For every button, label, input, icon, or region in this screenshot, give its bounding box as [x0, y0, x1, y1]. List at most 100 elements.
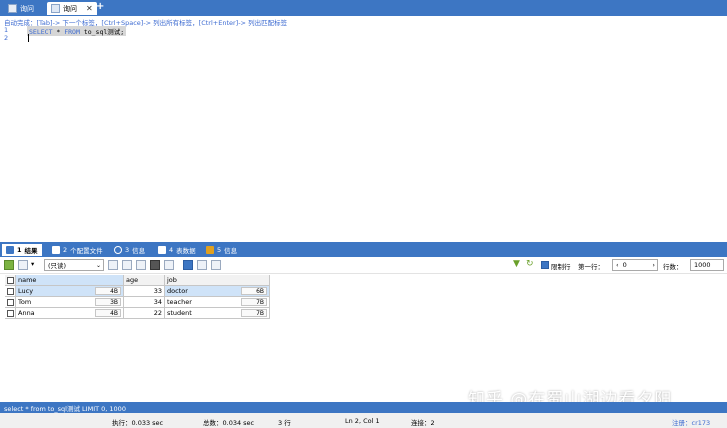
text-caret: [28, 34, 29, 42]
row-checkbox[interactable]: [5, 308, 16, 319]
size-badge: 3B: [95, 298, 121, 306]
sql-status-bar: select * from to_sql测试 LIMIT 0, 1000: [0, 402, 727, 413]
mode-select[interactable]: (只读) ⌄: [44, 259, 104, 271]
result-toolbar: ▾ (只读) ⌄ ▼ ↻ 限制行 第一行： ‹ 0 › 行数： 1000: [0, 257, 727, 274]
limit-label: 限制行: [551, 263, 571, 271]
registration-link[interactable]: 注册：cr173: [672, 417, 710, 427]
first-row-label: 第一行：: [578, 263, 604, 271]
grid-header-row: name age job: [5, 275, 271, 286]
sql-token: to_sql测试;: [79, 28, 125, 36]
cell-age[interactable]: 34: [124, 297, 165, 308]
column-header[interactable]: name: [16, 275, 124, 286]
status-bar: 执行：0.033 sec 总数：0.034 sec 3 行 Ln 2, Col …: [0, 413, 727, 428]
line-number: 1: [4, 26, 9, 34]
size-badge: 7B: [241, 298, 267, 306]
view-mode-icon[interactable]: [18, 260, 28, 270]
tab-num: 2: [63, 246, 68, 254]
chevron-left-icon[interactable]: ‹: [616, 261, 619, 269]
tab-info[interactable]: 3 信息: [110, 244, 149, 256]
message-icon: [206, 246, 214, 254]
select-all-checkbox[interactable]: [5, 275, 16, 286]
cell-job[interactable]: student 7B: [165, 308, 270, 319]
tab-label: 信息: [132, 247, 146, 255]
query-icon: [51, 4, 60, 13]
tab-num: 1: [17, 246, 22, 254]
query-icon: [8, 4, 17, 13]
line-number: 2: [4, 34, 9, 42]
cell-age[interactable]: 33: [124, 286, 165, 297]
table-row[interactable]: Lucy 4B 33 doctor 6B: [5, 286, 271, 297]
table-row[interactable]: Anna 4B 22 student 7B: [5, 308, 271, 319]
cell-name[interactable]: Lucy 4B: [16, 286, 124, 297]
total-time: 总数：0.034 sec: [203, 419, 255, 427]
size-badge: 6B: [241, 287, 267, 295]
tab-label: 询问: [63, 4, 77, 13]
filter-icon[interactable]: ▼: [513, 259, 520, 269]
tab-label: 结果: [24, 247, 38, 255]
cell-job[interactable]: teacher 7B: [165, 297, 270, 308]
table-row[interactable]: Tom 3B 34 teacher 7B: [5, 297, 271, 308]
tab-query-2[interactable]: 询问 ✕: [47, 2, 97, 15]
cell-value: Lucy: [18, 287, 34, 295]
tab-messages[interactable]: 5 信息: [202, 244, 241, 256]
save-icon[interactable]: [136, 260, 146, 270]
row-checkbox[interactable]: [5, 286, 16, 297]
limit-checkbox[interactable]: [541, 261, 549, 269]
add-tab-icon[interactable]: +: [96, 1, 104, 12]
insert-row-icon[interactable]: [108, 260, 118, 270]
cell-name[interactable]: Tom 3B: [16, 297, 124, 308]
duplicate-row-icon[interactable]: [122, 260, 132, 270]
tab-label: 表数据: [176, 247, 196, 255]
column-header[interactable]: age: [124, 275, 165, 286]
close-icon[interactable]: ✕: [86, 4, 93, 13]
query-tab-bar: 询问 询问 ✕ +: [0, 0, 727, 16]
tab-label: 信息: [224, 247, 238, 255]
info-icon: [114, 246, 122, 254]
chevron-right-icon[interactable]: ›: [652, 261, 657, 269]
tab-label: 询问: [20, 4, 34, 13]
text-view-icon[interactable]: [211, 260, 221, 270]
chevron-down-icon[interactable]: ▾: [31, 260, 34, 268]
code-line[interactable]: SELECT * FROM to_sql测试;: [27, 26, 127, 36]
cell-value: student: [167, 309, 192, 317]
cell-value: doctor: [167, 287, 188, 295]
delete-icon[interactable]: [150, 260, 160, 270]
export-icon[interactable]: [4, 260, 14, 270]
tab-table-data[interactable]: 4 表数据: [154, 244, 200, 256]
tab-profiles[interactable]: 2 个配置文件: [48, 244, 107, 256]
cell-value: teacher: [167, 298, 192, 306]
sql-keyword: SELECT: [29, 28, 53, 36]
result-tab-bar: 1 结果 2 个配置文件 3 信息 4 表数据 5 信息: [0, 242, 727, 257]
connection-count: 连接：2: [411, 419, 435, 427]
cell-name[interactable]: Anna 4B: [16, 308, 124, 319]
grid-view-icon[interactable]: [183, 260, 193, 270]
tab-num: 3: [125, 246, 130, 254]
tab-result[interactable]: 1 结果: [2, 244, 42, 256]
size-badge: 7B: [241, 309, 267, 317]
row-count: 3 行: [278, 419, 291, 427]
first-row-stepper[interactable]: ‹ 0 ›: [612, 259, 658, 271]
mode-value: (只读): [48, 262, 67, 270]
profile-icon: [52, 246, 60, 254]
cell-value: Tom: [18, 298, 32, 306]
sql-token: *: [52, 28, 65, 36]
cell-age[interactable]: 22: [124, 308, 165, 319]
cursor-position: Ln 2, Col 1: [345, 417, 380, 425]
reset-filter-icon[interactable]: ↻: [526, 259, 534, 269]
tab-query-1[interactable]: 询问: [4, 2, 38, 15]
refresh-icon[interactable]: [164, 260, 174, 270]
rows-input[interactable]: 1000: [690, 259, 724, 271]
column-header[interactable]: job: [165, 275, 270, 286]
cell-job[interactable]: doctor 6B: [165, 286, 270, 297]
sql-keyword: FROM: [64, 28, 80, 36]
tab-num: 4: [169, 246, 174, 254]
row-checkbox[interactable]: [5, 297, 16, 308]
tab-label: 个配置文件: [70, 247, 103, 255]
form-view-icon[interactable]: [197, 260, 207, 270]
size-badge: 4B: [95, 287, 121, 295]
grid-icon: [6, 246, 14, 254]
first-row-value: 0: [622, 261, 627, 269]
tab-num: 5: [217, 246, 222, 254]
sql-editor[interactable]: 自动完成：[Tab]-> 下一个标签，[Ctrl+Space]-> 列出所有标签…: [0, 16, 727, 242]
exec-time: 执行：0.033 sec: [112, 419, 164, 427]
